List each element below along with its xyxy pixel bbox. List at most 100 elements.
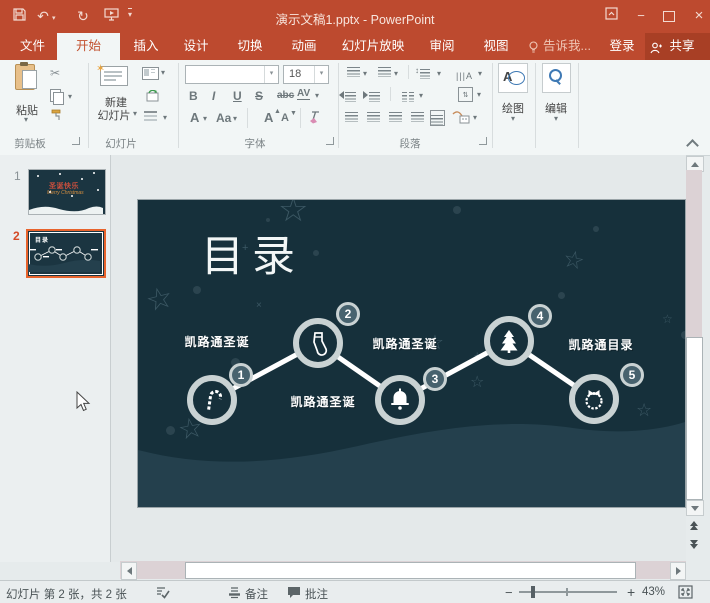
comments-icon[interactable]: [287, 586, 301, 602]
text-direction-dropdown-icon[interactable]: ▾: [478, 71, 482, 77]
line-spacing-icon[interactable]: ↕: [420, 66, 430, 84]
char-spacing-button[interactable]: AV: [297, 88, 310, 100]
toc-circle-2[interactable]: [293, 318, 343, 368]
font-name-dropdown-icon[interactable]: ▾: [264, 66, 278, 83]
next-slide-button[interactable]: [686, 537, 702, 552]
minimize-button[interactable]: −: [628, 6, 654, 26]
zoom-slider-thumb[interactable]: [531, 586, 535, 598]
font-dialog-launcher-icon[interactable]: [326, 137, 334, 145]
shrink-font-button[interactable]: A: [281, 112, 289, 124]
text-direction-icon[interactable]: |||A: [456, 66, 473, 84]
tab-review[interactable]: 审阅: [418, 33, 466, 60]
font-name-combo[interactable]: ▾: [185, 65, 279, 84]
columns-dropdown-icon[interactable]: ▾: [419, 93, 423, 99]
strikethrough-button[interactable]: S: [255, 89, 263, 103]
editing-button[interactable]: 编辑 ▾: [542, 63, 572, 126]
align-text-icon[interactable]: ⇅: [458, 87, 473, 102]
underline-button[interactable]: U: [233, 89, 242, 103]
paste-button[interactable]: 粘贴 ▾: [12, 64, 42, 126]
section-dropdown-icon[interactable]: ▾: [163, 115, 167, 121]
tab-home[interactable]: 开始: [57, 33, 120, 60]
char-spacing-dropdown-icon[interactable]: ▾: [315, 93, 319, 99]
tab-view[interactable]: 视图: [472, 33, 520, 60]
scroll-down-button[interactable]: [686, 500, 704, 516]
justify-icon[interactable]: [411, 112, 424, 122]
tab-file[interactable]: 文件: [10, 33, 55, 60]
format-painter-icon[interactable]: [50, 109, 63, 127]
tab-share[interactable]: 共享: [661, 33, 703, 60]
slide-thumbnail-1[interactable]: 圣诞快乐 Merry Christmas: [28, 169, 106, 215]
notes-icon[interactable]: [228, 586, 241, 602]
numbering-icon[interactable]: [378, 67, 391, 77]
slide-canvas[interactable]: ☆ ☆ ☆ ☆ ☆ ☆ ☆ ☆ ☆ + + + × × 目录: [137, 199, 686, 508]
notes-button[interactable]: 备注: [245, 586, 268, 602]
slide-thumbnail-2-selected[interactable]: 目录: [26, 229, 106, 278]
slide-title[interactable]: 目录: [201, 222, 303, 284]
font-size-dropdown-icon[interactable]: ▾: [314, 66, 328, 83]
zoom-in-button[interactable]: +: [627, 584, 635, 600]
paragraph-dialog-launcher-icon[interactable]: [479, 137, 487, 145]
toc-circle-1[interactable]: [187, 375, 237, 425]
tab-transitions[interactable]: 切换: [226, 33, 274, 60]
font-color-button[interactable]: A: [190, 110, 199, 125]
vertical-scroll-track[interactable]: [686, 170, 702, 337]
copy-icon[interactable]: [50, 89, 61, 102]
tab-insert[interactable]: 插入: [122, 33, 170, 60]
italic-button[interactable]: I: [212, 89, 215, 103]
scroll-right-button[interactable]: [670, 562, 686, 580]
copy-dropdown-icon[interactable]: ▾: [68, 94, 72, 100]
vertical-scroll-thumb[interactable]: [686, 337, 703, 500]
decrease-indent-icon[interactable]: [345, 89, 356, 107]
close-button[interactable]: ×: [686, 6, 710, 26]
toc-label-3[interactable]: 凯路通圣诞: [359, 335, 451, 352]
previous-slide-button[interactable]: [686, 518, 702, 533]
reset-slide-icon[interactable]: [145, 90, 159, 108]
grow-font-button[interactable]: A: [264, 110, 273, 125]
smartart-dropdown-icon[interactable]: ▾: [473, 115, 477, 121]
change-case-dropdown-icon[interactable]: ▾: [233, 116, 237, 122]
layout-dropdown-icon[interactable]: ▾: [161, 70, 165, 76]
zoom-level[interactable]: 43%: [642, 586, 665, 598]
collapse-ribbon-icon[interactable]: [686, 139, 699, 152]
clipboard-dialog-launcher-icon[interactable]: [72, 137, 80, 145]
toc-label-4[interactable]: 凯路通目录: [555, 336, 647, 353]
clear-formatting-icon[interactable]: [308, 111, 322, 129]
bullets-dropdown-icon[interactable]: ▾: [363, 71, 367, 77]
tab-tellme[interactable]: 告诉我...: [538, 33, 596, 60]
maximize-button[interactable]: [656, 6, 682, 26]
cut-icon[interactable]: ✂: [50, 66, 60, 80]
toc-label-2[interactable]: 凯路通圣诞: [277, 393, 369, 410]
toc-label-1[interactable]: 凯路通圣诞: [171, 333, 263, 350]
increase-indent-icon[interactable]: [369, 89, 380, 107]
new-slide-button[interactable]: ✶ 新建 幻灯片 ▾: [94, 64, 138, 128]
zoom-out-button[interactable]: −: [505, 585, 513, 600]
font-size-combo[interactable]: 18 ▾: [283, 65, 329, 84]
section-icon[interactable]: [144, 111, 157, 113]
comments-button[interactable]: 批注: [305, 586, 328, 602]
ribbon-display-options-icon[interactable]: [598, 6, 624, 26]
tab-animations[interactable]: 动画: [280, 33, 328, 60]
columns-icon[interactable]: [402, 89, 414, 107]
drawing-button[interactable]: A 绘图 ▾: [498, 63, 528, 126]
layout-icon[interactable]: [142, 67, 159, 80]
slide-indicator[interactable]: 幻灯片 第 2 张，共 2 张: [6, 586, 127, 602]
fit-to-window-icon[interactable]: [678, 585, 693, 602]
toc-circle-4[interactable]: [484, 316, 534, 366]
smartart-convert-icon[interactable]: [452, 110, 470, 129]
spellcheck-icon[interactable]: [156, 586, 170, 602]
text-shadow-button[interactable]: abc: [277, 90, 294, 101]
horizontal-scroll-thumb[interactable]: [185, 562, 636, 579]
numbering-dropdown-icon[interactable]: ▾: [394, 71, 398, 77]
align-center-icon[interactable]: [367, 112, 380, 122]
change-case-button[interactable]: Aa: [216, 111, 231, 125]
toc-circle-3[interactable]: [375, 375, 425, 425]
bullets-icon[interactable]: [347, 67, 360, 77]
distribute-icon[interactable]: [430, 112, 443, 130]
align-left-icon[interactable]: [345, 112, 358, 122]
tab-slideshow[interactable]: 幻灯片放映: [334, 33, 412, 60]
bold-button[interactable]: B: [189, 89, 198, 103]
align-right-icon[interactable]: [389, 112, 402, 122]
tab-signin[interactable]: 登录: [600, 33, 644, 60]
line-spacing-dropdown-icon[interactable]: ▾: [437, 71, 441, 77]
font-color-dropdown-icon[interactable]: ▾: [203, 116, 207, 122]
